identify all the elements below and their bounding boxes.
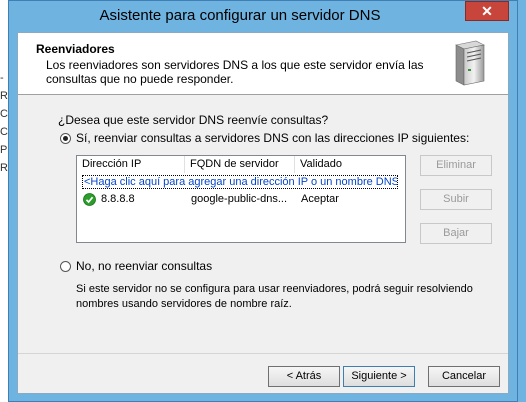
row-validated: Aceptar <box>301 193 339 205</box>
row-ip: 8.8.8.8 <box>101 193 135 205</box>
wizard-client-area: Reenviadores Los reenviadores son servid… <box>17 32 509 394</box>
delete-button[interactable]: Eliminar <box>420 155 492 176</box>
forwarders-table[interactable]: Dirección IP FQDN de servidor Validado <… <box>76 155 406 243</box>
wizard-header: Reenviadores Los reenviadores son servid… <box>18 33 508 95</box>
radio-forward-yes-label[interactable]: Sí, reenviar consultas a servidores DNS … <box>76 131 469 145</box>
title-bar[interactable]: Asistente para configurar un servidor DN… <box>9 1 517 33</box>
table-row[interactable]: 8.8.8.8 google-public-dns... Aceptar <box>77 191 405 208</box>
move-down-button[interactable]: Bajar <box>420 223 492 244</box>
move-up-button[interactable]: Subir <box>420 189 492 210</box>
close-icon: ✕ <box>481 3 493 19</box>
column-header-ip[interactable]: Dirección IP <box>77 156 185 173</box>
next-button[interactable]: Siguiente > <box>343 366 415 387</box>
close-button[interactable]: ✕ <box>465 1 509 21</box>
cancel-button[interactable]: Cancelar <box>428 366 500 387</box>
row-fqdn: google-public-dns... <box>191 193 288 205</box>
server-icon <box>455 40 485 86</box>
no-forward-note: Si este servidor no se configura para us… <box>76 283 473 310</box>
page-title: Reenviadores <box>36 42 115 56</box>
radio-forward-no-label[interactable]: No, no reenviar consultas <box>76 259 212 273</box>
add-address-row[interactable]: <Haga clic aquí para agregar una direcci… <box>82 175 398 189</box>
footer-divider <box>18 353 508 354</box>
column-header-validated[interactable]: Validado <box>295 156 405 173</box>
back-button[interactable]: < Atrás <box>268 366 340 387</box>
check-icon <box>83 193 96 206</box>
window-title: Asistente para configurar un servidor DN… <box>99 7 381 24</box>
background-text: - <box>0 72 4 84</box>
forward-question: ¿Desea que este servidor DNS reenvíe con… <box>58 113 329 127</box>
wizard-window: Asistente para configurar un servidor DN… <box>8 0 518 402</box>
radio-forward-yes[interactable] <box>60 133 71 144</box>
column-header-fqdn[interactable]: FQDN de servidor <box>185 156 295 173</box>
radio-forward-no[interactable] <box>60 261 71 272</box>
page-description: Los reenviadores son servidores DNS a lo… <box>46 58 424 86</box>
